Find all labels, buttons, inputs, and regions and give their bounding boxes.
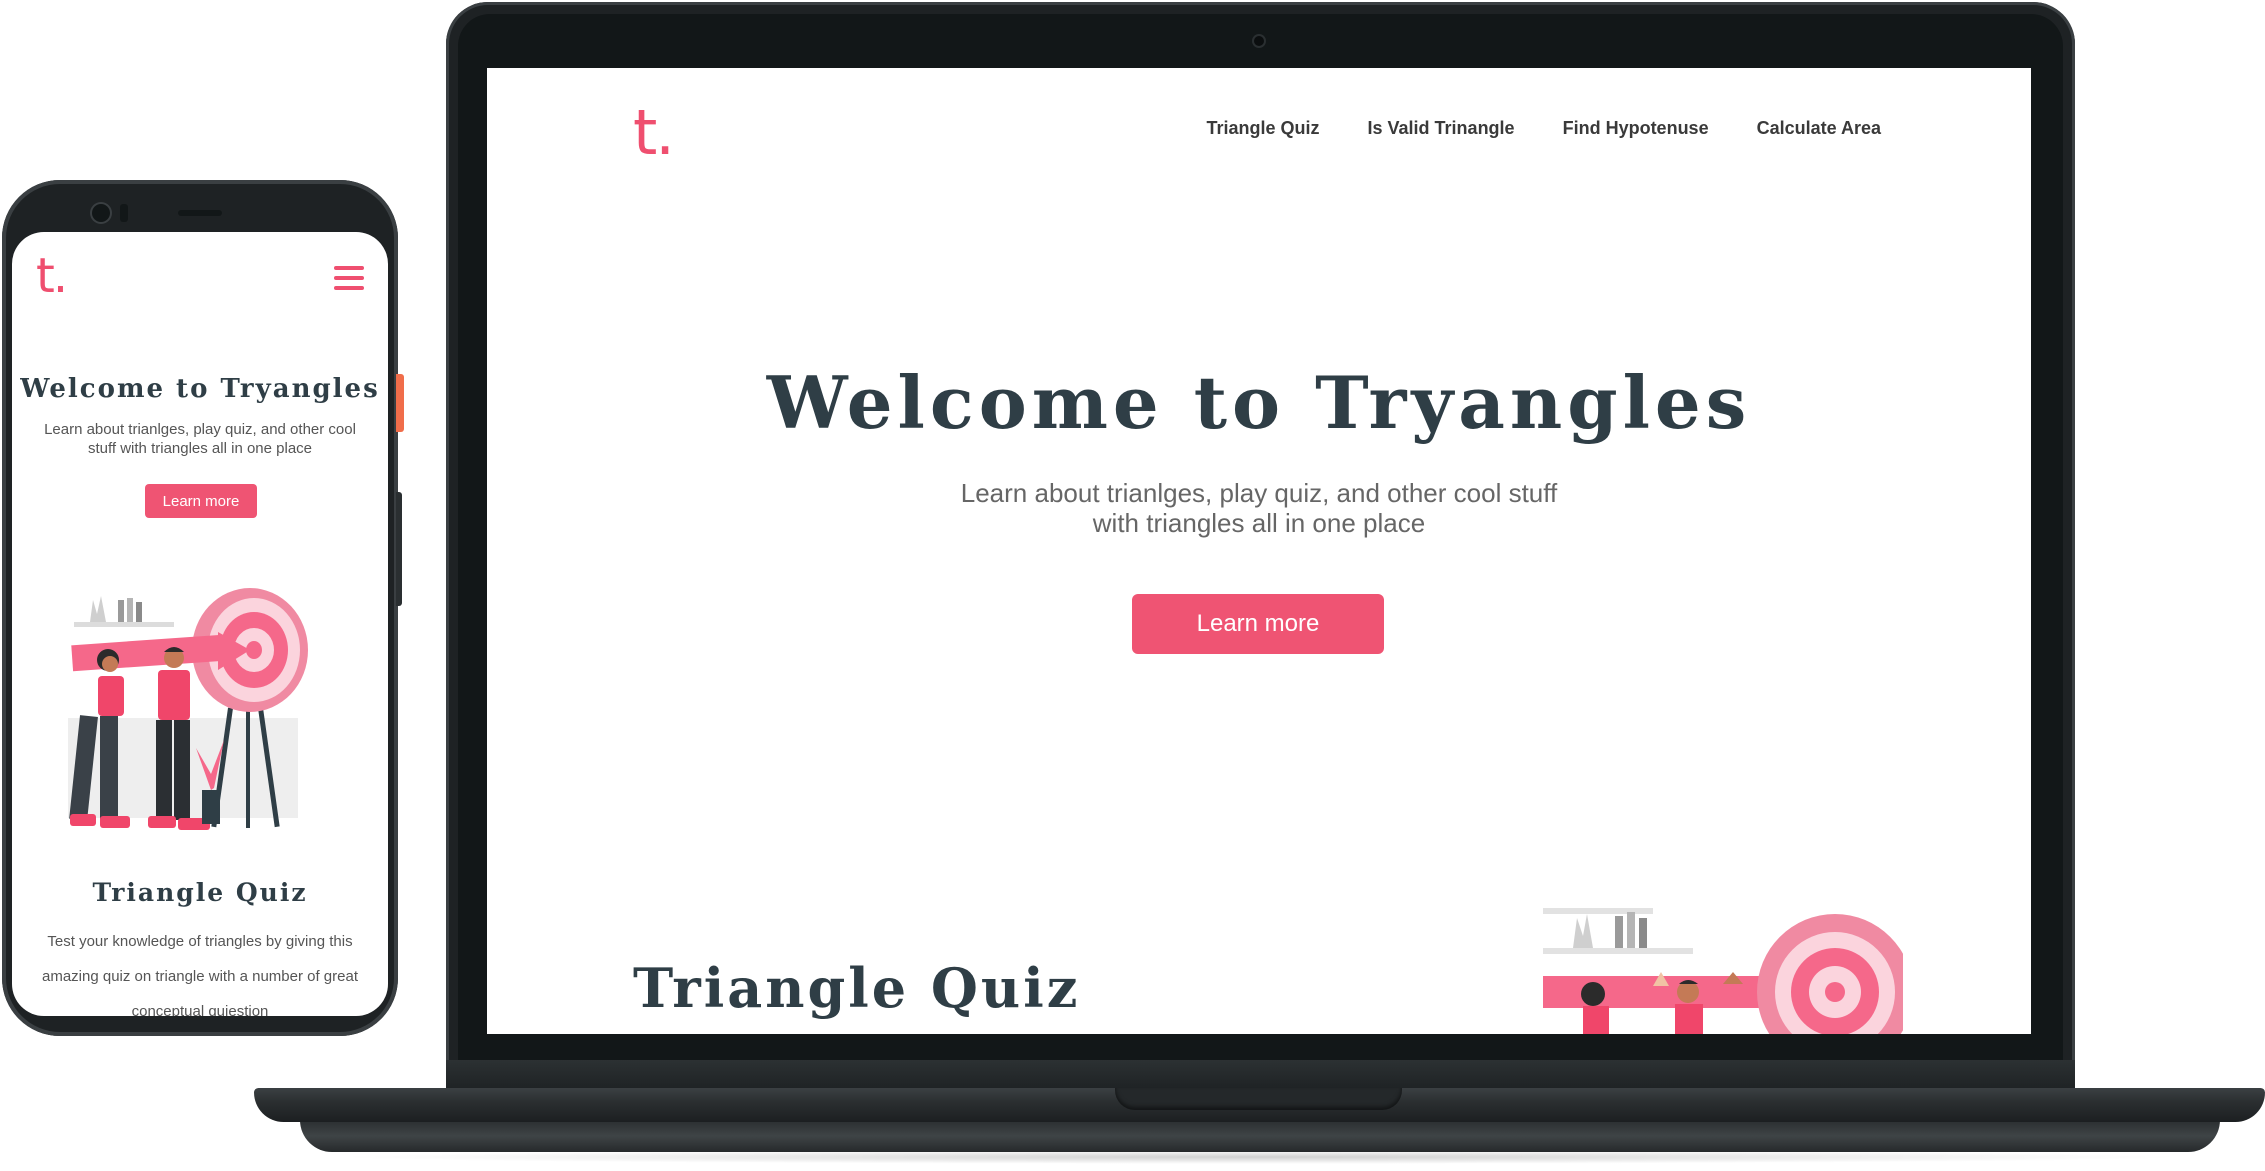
hero-title: Welcome to Tryangles [766, 360, 1752, 445]
phone-volume-button [396, 492, 402, 606]
laptop-screen: t. Triangle Quiz Is Valid Trinangle Find… [487, 68, 2031, 1034]
phone-side-button [396, 374, 404, 432]
mobile-quiz-section-title: Triangle Quiz [92, 878, 308, 907]
target-illustration [1543, 908, 1903, 1034]
hero-subtitle: Learn about trianlges, play quiz, and ot… [960, 478, 1558, 538]
nav-link-triangle-quiz[interactable]: Triangle Quiz [1206, 118, 1319, 139]
mobile-target-illustration [68, 588, 308, 830]
laptop-base-edge [300, 1120, 2220, 1152]
laptop-shadow [330, 1150, 2190, 1164]
laptop-camera [1254, 36, 1264, 46]
laptop-notch [1115, 1088, 1402, 1110]
phone-screen: t. Welcome to Tryangles Learn about tria… [12, 232, 388, 1016]
phone-sensor [120, 204, 128, 222]
hamburger-menu-icon[interactable] [334, 266, 364, 296]
phone-camera [92, 204, 110, 222]
mobile-hero-title: Welcome to Tryangles [20, 374, 380, 404]
main-nav: Triangle Quiz Is Valid Trinangle Find Hy… [1206, 118, 1881, 139]
nav-link-find-hypotenuse[interactable]: Find Hypotenuse [1563, 118, 1709, 139]
mobile-quiz-section-text: Test your knowledge of triangles by givi… [41, 933, 358, 1016]
site-logo[interactable]: t. [633, 96, 675, 169]
nav-link-is-valid-triangle[interactable]: Is Valid Trinangle [1368, 118, 1515, 139]
mobile-site-logo[interactable]: t. [36, 248, 68, 304]
mobile-learn-more-button[interactable]: Learn more [145, 484, 257, 518]
mobile-hero-subtitle: Learn about trianlges, play quiz, and ot… [44, 421, 356, 457]
learn-more-button[interactable]: Learn more [1132, 594, 1384, 654]
quiz-section-title: Triangle Quiz [633, 956, 1081, 1020]
nav-link-calculate-area[interactable]: Calculate Area [1757, 118, 1881, 139]
phone-speaker [178, 210, 222, 216]
